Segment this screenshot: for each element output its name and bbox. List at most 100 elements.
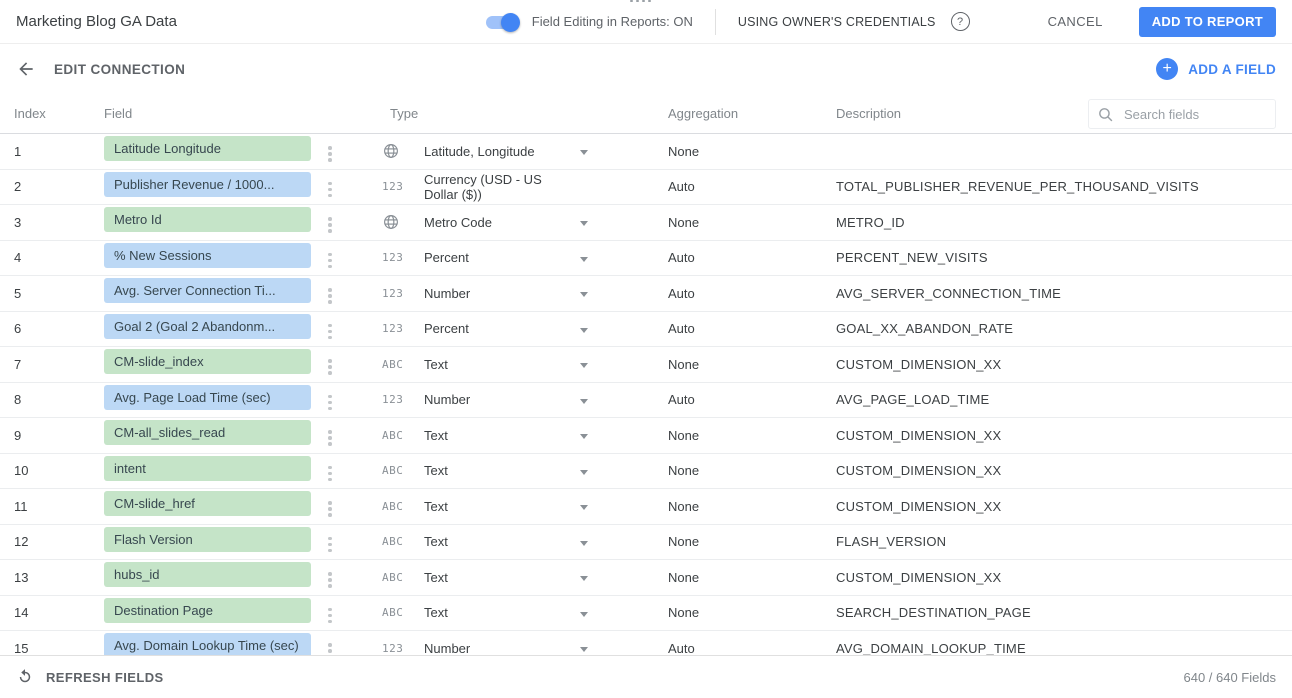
search-fields-input[interactable] <box>1122 106 1266 123</box>
description-value[interactable]: AVG_SERVER_CONNECTION_TIME <box>836 286 1292 301</box>
field-chip[interactable]: Avg. Server Connection Ti... <box>104 278 311 303</box>
description-value[interactable]: CUSTOM_DIMENSION_XX <box>836 499 1292 514</box>
aggregation-value[interactable]: None <box>668 144 836 159</box>
type-label[interactable]: Text <box>424 428 572 443</box>
type-dropdown-arrow[interactable] <box>580 505 588 510</box>
description-value[interactable]: FLASH_VERSION <box>836 534 1292 549</box>
aggregation-value[interactable]: Auto <box>668 286 836 301</box>
help-icon[interactable]: ? <box>951 12 970 31</box>
description-value[interactable]: SEARCH_DESTINATION_PAGE <box>836 605 1292 620</box>
aggregation-value[interactable]: None <box>668 463 836 478</box>
description-value[interactable]: CUSTOM_DIMENSION_XX <box>836 570 1292 585</box>
aggregation-value[interactable]: None <box>668 499 836 514</box>
field-options-menu[interactable] <box>322 604 338 628</box>
type-label[interactable]: Currency (USD - US Dollar ($)) <box>424 172 572 202</box>
field-editing-toggle-label: Field Editing in Reports: ON <box>532 14 693 29</box>
type-dropdown-arrow[interactable] <box>580 576 588 581</box>
field-options-menu[interactable] <box>322 178 338 202</box>
field-options-menu[interactable] <box>322 355 338 379</box>
aggregation-value[interactable]: Auto <box>668 392 836 407</box>
type-dropdown-arrow[interactable] <box>580 434 588 439</box>
field-chip[interactable]: Flash Version <box>104 527 311 552</box>
type-label[interactable]: Text <box>424 605 572 620</box>
field-chip[interactable]: CM-slide_index <box>104 349 311 374</box>
aggregation-value[interactable]: None <box>668 357 836 372</box>
field-options-menu[interactable] <box>322 568 338 592</box>
field-chip[interactable]: Destination Page <box>104 598 311 623</box>
field-options-menu[interactable] <box>322 639 338 655</box>
aggregation-value[interactable]: Auto <box>668 641 836 655</box>
field-options-menu[interactable] <box>322 462 338 486</box>
description-value[interactable]: AVG_DOMAIN_LOOKUP_TIME <box>836 641 1292 655</box>
type-label[interactable]: Text <box>424 463 572 478</box>
field-options-menu[interactable] <box>322 213 338 237</box>
type-label[interactable]: Number <box>424 641 572 655</box>
field-options-menu[interactable] <box>322 497 338 521</box>
description-value[interactable]: CUSTOM_DIMENSION_XX <box>836 357 1292 372</box>
type-label[interactable]: Number <box>424 392 572 407</box>
edit-connection-label[interactable]: EDIT CONNECTION <box>54 62 185 77</box>
search-fields-box[interactable] <box>1088 99 1276 129</box>
type-dropdown-arrow[interactable] <box>580 221 588 226</box>
description-value[interactable]: GOAL_XX_ABANDON_RATE <box>836 321 1292 336</box>
type-dropdown-arrow[interactable] <box>580 363 588 368</box>
description-value[interactable]: AVG_PAGE_LOAD_TIME <box>836 392 1292 407</box>
field-options-menu[interactable] <box>322 284 338 308</box>
field-options-menu[interactable] <box>322 249 338 273</box>
field-options-menu[interactable] <box>322 533 338 557</box>
description-value[interactable]: PERCENT_NEW_VISITS <box>836 250 1292 265</box>
type-label[interactable]: Metro Code <box>424 215 572 230</box>
aggregation-value[interactable]: None <box>668 428 836 443</box>
field-options-menu[interactable] <box>322 320 338 344</box>
aggregation-value[interactable]: None <box>668 570 836 585</box>
aggregation-value[interactable]: None <box>668 215 836 230</box>
type-dropdown-arrow[interactable] <box>580 541 588 546</box>
type-dropdown-arrow[interactable] <box>580 612 588 617</box>
aggregation-value[interactable]: None <box>668 605 836 620</box>
field-chip[interactable]: % New Sessions <box>104 243 311 268</box>
type-label[interactable]: Number <box>424 286 572 301</box>
type-label[interactable]: Text <box>424 357 572 372</box>
cancel-button[interactable]: CANCEL <box>1040 8 1111 35</box>
type-label[interactable]: Latitude, Longitude <box>424 144 572 159</box>
type-dropdown-arrow[interactable] <box>580 328 588 333</box>
field-options-menu[interactable] <box>322 142 338 166</box>
type-label[interactable]: Text <box>424 534 572 549</box>
type-label[interactable]: Text <box>424 499 572 514</box>
field-chip[interactable]: Publisher Revenue / 1000... <box>104 172 311 197</box>
add-to-report-button[interactable]: ADD TO REPORT <box>1139 7 1276 37</box>
field-options-menu[interactable] <box>322 426 338 450</box>
aggregation-value[interactable]: Auto <box>668 179 836 194</box>
field-chip[interactable]: CM-slide_href <box>104 491 311 516</box>
field-chip[interactable]: Avg. Domain Lookup Time (sec) <box>104 633 311 655</box>
aggregation-value[interactable]: None <box>668 534 836 549</box>
type-label[interactable]: Percent <box>424 321 572 336</box>
aggregation-value[interactable]: Auto <box>668 250 836 265</box>
field-chip[interactable]: CM-all_slides_read <box>104 420 311 445</box>
type-label[interactable]: Text <box>424 570 572 585</box>
type-label[interactable]: Percent <box>424 250 572 265</box>
description-value[interactable]: TOTAL_PUBLISHER_REVENUE_PER_THOUSAND_VIS… <box>836 179 1292 194</box>
field-chip[interactable]: intent <box>104 456 311 481</box>
back-button[interactable] <box>12 55 40 83</box>
type-dropdown-arrow[interactable] <box>580 257 588 262</box>
type-dropdown-arrow[interactable] <box>580 470 588 475</box>
table-row: 6 Goal 2 (Goal 2 Abandonm... 123 ABC Per… <box>0 312 1292 348</box>
description-value[interactable]: CUSTOM_DIMENSION_XX <box>836 428 1292 443</box>
refresh-fields-button[interactable]: REFRESH FIELDS <box>16 668 164 686</box>
field-chip[interactable]: Latitude Longitude <box>104 136 311 161</box>
field-chip[interactable]: Avg. Page Load Time (sec) <box>104 385 311 410</box>
description-value[interactable]: METRO_ID <box>836 215 1292 230</box>
field-chip[interactable]: Goal 2 (Goal 2 Abandonm... <box>104 314 311 339</box>
field-options-menu[interactable] <box>322 391 338 415</box>
type-dropdown-arrow[interactable] <box>580 150 588 155</box>
type-dropdown-arrow[interactable] <box>580 399 588 404</box>
add-a-field-button[interactable]: + ADD A FIELD <box>1156 58 1276 80</box>
type-dropdown-arrow[interactable] <box>580 292 588 297</box>
description-value[interactable]: CUSTOM_DIMENSION_XX <box>836 463 1292 478</box>
field-editing-toggle[interactable] <box>484 12 520 32</box>
field-chip[interactable]: Metro Id <box>104 207 311 232</box>
field-chip[interactable]: hubs_id <box>104 562 311 587</box>
aggregation-value[interactable]: Auto <box>668 321 836 336</box>
type-dropdown-arrow[interactable] <box>580 647 588 652</box>
